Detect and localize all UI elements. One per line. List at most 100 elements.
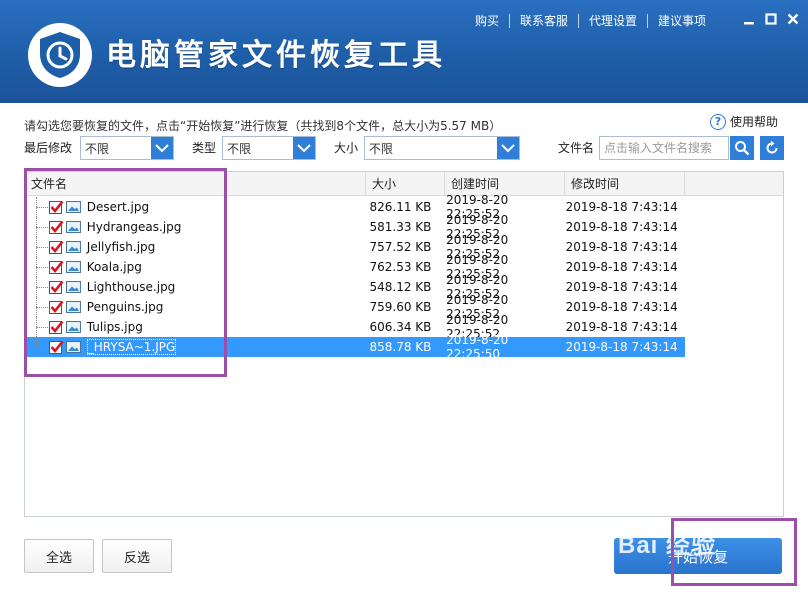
- table-row[interactable]: Jellyfish.jpg 757.52 KB 2019-8-20 22:25:52…: [25, 233, 685, 261]
- refresh-button[interactable]: [760, 136, 784, 160]
- dropdown-value: 不限: [85, 141, 110, 156]
- row-checkbox[interactable]: [48, 280, 64, 294]
- size-filter-label: 大小: [334, 141, 359, 155]
- file-modified-time: 2019-8-18 7:43:14: [565, 300, 678, 314]
- file-modified-time: 2019-8-18 7:43:14: [565, 340, 678, 354]
- image-file-icon: [65, 341, 81, 353]
- nav-proxy-settings[interactable]: 代理设置: [579, 12, 647, 29]
- tree-connector: [25, 277, 49, 297]
- tree-connector: [25, 197, 49, 217]
- image-file-icon: [65, 201, 81, 213]
- chevron-down-icon: [151, 137, 173, 159]
- filename-search-input[interactable]: [599, 136, 729, 160]
- checkmark-icon: [50, 280, 64, 293]
- column-header-name[interactable]: 文件名: [25, 172, 366, 196]
- app-title: 电脑管家文件恢复工具: [106, 38, 446, 73]
- maximize-icon[interactable]: [762, 10, 780, 28]
- search-button[interactable]: [730, 136, 754, 160]
- checkmark-icon: [50, 200, 64, 213]
- file-list[interactable]: 文件名 大小 创建时间 修改时间 Desert.jpg 826.11 KB 2019…: [24, 171, 784, 517]
- type-filter-label: 类型: [192, 141, 217, 155]
- table-row[interactable]: _HRYSA~1.JPG 858.78 KB 2019-8-20 22:25:50 2…: [25, 333, 685, 361]
- table-header: 文件名 大小 创建时间 修改时间: [25, 172, 685, 196]
- refresh-icon: [766, 140, 778, 154]
- file-name: Jellyfish.jpg: [86, 240, 156, 254]
- checkmark-icon: [50, 320, 64, 333]
- file-size: 826.11 KB: [369, 200, 432, 214]
- tree-connector: [25, 217, 49, 237]
- image-file-icon: [65, 241, 81, 253]
- file-name: Desert.jpg: [86, 200, 150, 214]
- table-row[interactable]: Hydrangeas.jpg 581.33 KB 2019-8-20 22:25:5…: [25, 213, 685, 241]
- tree-connector: [25, 317, 49, 337]
- dropdown-value: 不限: [369, 141, 394, 156]
- file-rows: Desert.jpg 826.11 KB 2019-8-20 22:25:52 201…: [25, 193, 685, 361]
- tree-connector: [25, 297, 49, 317]
- chevron-down-icon: [293, 137, 315, 159]
- checkmark-icon: [50, 260, 64, 273]
- tree-connector: [25, 257, 49, 277]
- image-file-icon: [65, 261, 81, 273]
- minimize-icon[interactable]: [740, 10, 758, 28]
- file-size: 606.34 KB: [369, 320, 432, 334]
- nav-suggestions[interactable]: 建议事项: [648, 12, 716, 29]
- file-size: 757.52 KB: [369, 240, 432, 254]
- row-checkbox[interactable]: [48, 240, 64, 254]
- help-link[interactable]: ? 使用帮助: [709, 113, 778, 130]
- chevron-down-icon: [497, 137, 519, 159]
- file-name: Koala.jpg: [86, 260, 142, 274]
- modified-filter-dropdown[interactable]: 不限: [80, 136, 174, 160]
- image-file-icon: [65, 221, 81, 233]
- search-icon: [735, 141, 750, 156]
- help-icon: ?: [709, 113, 726, 130]
- checkmark-icon: [50, 340, 64, 353]
- file-size: 762.53 KB: [369, 260, 432, 274]
- column-header-modified[interactable]: 修改时间: [565, 172, 685, 196]
- file-size: 759.60 KB: [369, 300, 432, 314]
- close-icon[interactable]: [784, 10, 802, 28]
- image-file-icon: [65, 281, 81, 293]
- type-filter-dropdown[interactable]: 不限: [222, 136, 316, 160]
- dropdown-value: 不限: [227, 141, 252, 156]
- table-row[interactable]: Lighthouse.jpg 548.12 KB 2019-8-20 22:25:5…: [25, 273, 685, 301]
- row-checkbox[interactable]: [48, 200, 64, 214]
- row-checkbox[interactable]: [48, 320, 64, 334]
- table-row[interactable]: Desert.jpg 826.11 KB 2019-8-20 22:25:52 201…: [25, 193, 685, 221]
- baidu-watermark: Bai 经验: [618, 532, 717, 559]
- table-header-filler: [685, 172, 783, 196]
- file-name: _HRYSA~1.JPG: [86, 339, 177, 355]
- tree-connector: [25, 237, 49, 257]
- table-row[interactable]: Tulips.jpg 606.34 KB 2019-8-20 22:25:52 201…: [25, 313, 685, 341]
- file-size: 581.33 KB: [369, 220, 432, 234]
- file-modified-time: 2019-8-18 7:43:14: [565, 240, 678, 254]
- row-checkbox[interactable]: [48, 300, 64, 314]
- nav-buy[interactable]: 购买: [465, 12, 509, 29]
- file-name: Penguins.jpg: [86, 300, 164, 314]
- table-row[interactable]: Koala.jpg 762.53 KB 2019-8-20 22:25:52 2019…: [25, 253, 685, 281]
- file-size: 858.78 KB: [369, 340, 432, 354]
- invert-selection-button[interactable]: 反选: [102, 539, 172, 573]
- row-checkbox[interactable]: [48, 340, 64, 354]
- shield-clock-icon: [28, 23, 92, 87]
- file-modified-time: 2019-8-18 7:43:14: [565, 260, 678, 274]
- window-controls: [740, 10, 802, 28]
- select-all-button[interactable]: 全选: [24, 539, 94, 573]
- row-checkbox[interactable]: [48, 260, 64, 274]
- nav-contact-support[interactable]: 联系客服: [510, 12, 578, 29]
- column-header-size[interactable]: 大小: [366, 172, 445, 196]
- top-nav: 购买 联系客服 代理设置 建议事项: [465, 12, 716, 29]
- tree-connector: [25, 337, 49, 357]
- file-size: 548.12 KB: [369, 280, 432, 294]
- title-bar: 电脑管家文件恢复工具 购买 联系客服 代理设置 建议事项: [0, 0, 808, 103]
- row-checkbox[interactable]: [48, 220, 64, 234]
- modified-filter-label: 最后修改: [24, 141, 73, 155]
- image-file-icon: [65, 301, 81, 313]
- file-name: Lighthouse.jpg: [86, 280, 176, 294]
- file-modified-time: 2019-8-18 7:43:14: [565, 320, 678, 334]
- help-label: 使用帮助: [729, 115, 778, 129]
- table-row[interactable]: Penguins.jpg 759.60 KB 2019-8-20 22:25:52 2…: [25, 293, 685, 321]
- image-file-icon: [65, 321, 81, 333]
- summary-text: 请勾选您要恢复的文件，点击“开始恢复”进行恢复（共找到8个文件，总大小为5.57…: [24, 119, 502, 133]
- file-modified-time: 2019-8-18 7:43:14: [565, 220, 678, 234]
- size-filter-dropdown[interactable]: 不限: [364, 136, 520, 160]
